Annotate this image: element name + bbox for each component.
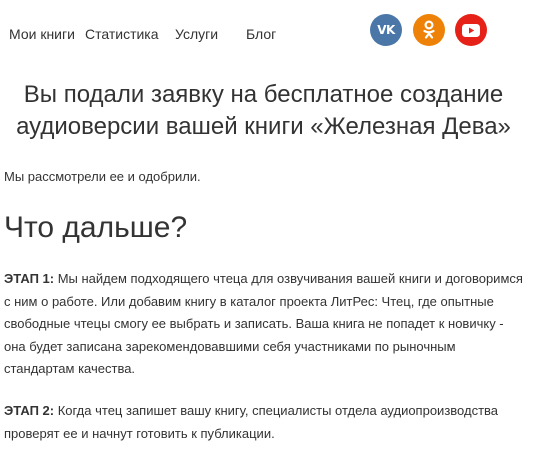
youtube-icon bbox=[462, 23, 480, 37]
vk-button[interactable]: VK bbox=[370, 14, 402, 46]
vk-icon: VK bbox=[377, 23, 395, 37]
youtube-button[interactable] bbox=[455, 14, 487, 46]
stage-1-label: ЭТАП 1: bbox=[4, 271, 55, 286]
top-navigation: Мои книги Статистика Услуги Блог VK bbox=[0, 0, 543, 64]
nav-services[interactable]: Услуги bbox=[175, 26, 218, 42]
nav-statistics[interactable]: Статистика bbox=[85, 26, 159, 42]
stage-1-text: Мы найдем подходящего чтеца для озвучива… bbox=[4, 271, 523, 376]
odnoklassniki-button[interactable] bbox=[413, 14, 445, 46]
nav-blog[interactable]: Блог bbox=[246, 26, 276, 42]
approved-message: Мы рассмотрели ее и одобрили. bbox=[4, 169, 201, 184]
stage-2-text: Когда чтец запишет вашу книгу, специалис… bbox=[4, 403, 499, 441]
page-headline: Вы подали заявку на бесплатное создание … bbox=[16, 81, 511, 140]
stage-2-paragraph: ЭТАП 2: Когда чтец запишет вашу книгу, с… bbox=[4, 400, 524, 445]
odnoklassniki-icon bbox=[423, 20, 435, 39]
stage-2-label: ЭТАП 2: bbox=[4, 403, 55, 418]
stage-1-paragraph: ЭТАП 1: Мы найдем подходящего чтеца для … bbox=[4, 268, 524, 381]
nav-my-books[interactable]: Мои книги bbox=[9, 26, 75, 42]
section-title: Что дальше? bbox=[4, 211, 188, 244]
